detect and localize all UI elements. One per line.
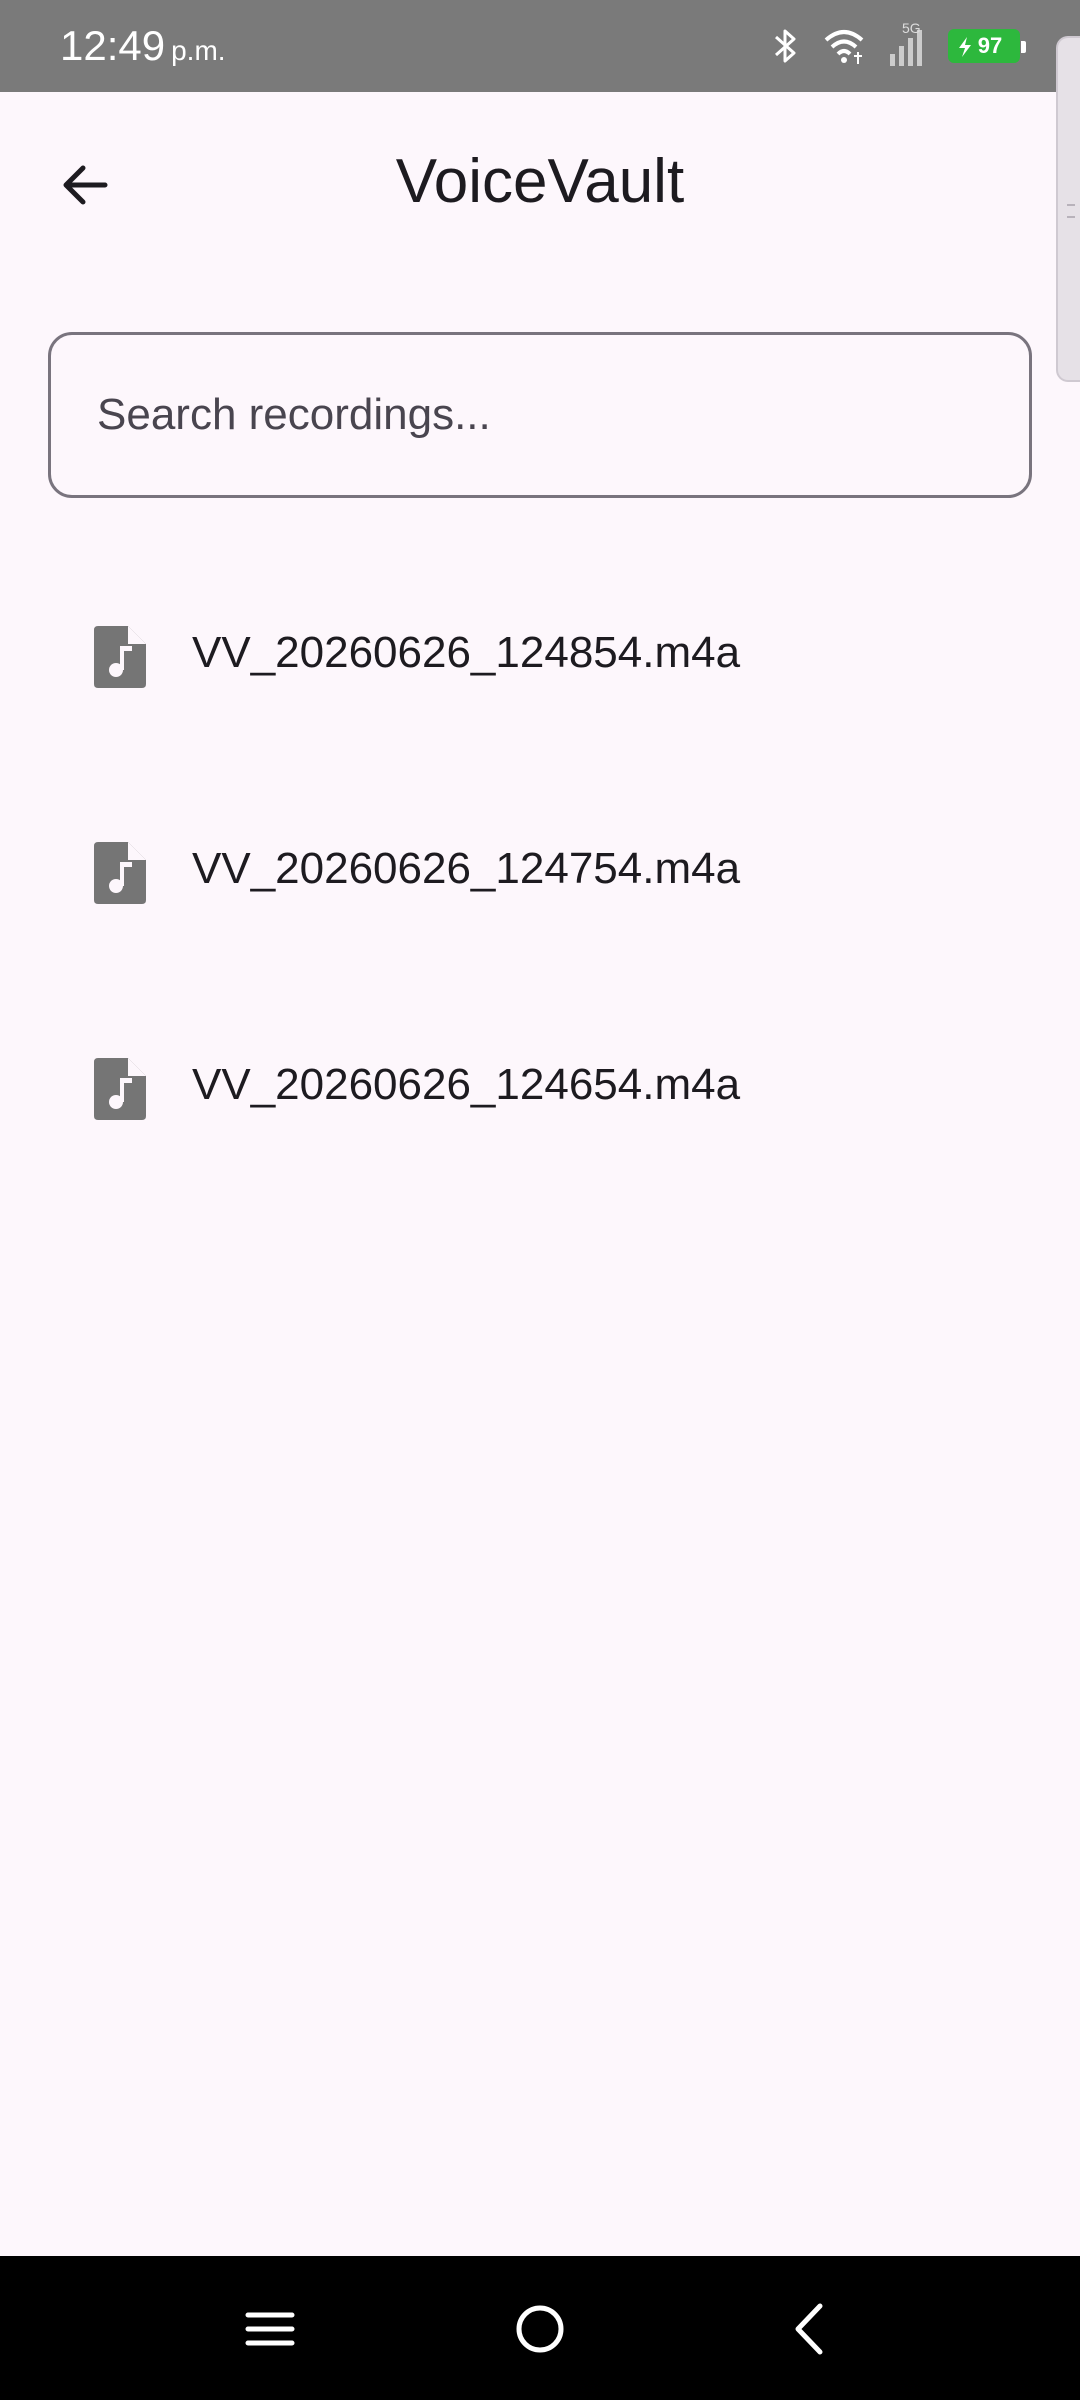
home-icon — [516, 2305, 564, 2353]
recording-name: VV_20260626_124654.m4a — [192, 1060, 741, 1109]
app-bar: VoiceVault — [0, 92, 1080, 280]
clock-time: 12:49 — [60, 22, 166, 69]
clock-ampm: p.m. — [171, 35, 226, 66]
wifi-icon — [822, 26, 866, 66]
system-back-button[interactable] — [760, 2284, 860, 2374]
menu-icon — [245, 2312, 295, 2346]
battery-level: 97 — [977, 33, 1003, 58]
bluetooth-icon — [770, 26, 800, 66]
scrollbar-thumb[interactable] — [1056, 36, 1080, 382]
navigation-bar — [0, 2256, 1080, 2400]
recording-name: VV_20260626_124854.m4a — [192, 628, 741, 677]
status-bar: 12:49 p.m. 5G 97 — [0, 0, 1080, 92]
search-input[interactable] — [51, 390, 1029, 440]
recordings-list: VV_20260626_124854.m4a VV_20260626_12475… — [0, 560, 1080, 1208]
status-icons: 5G 97 — [770, 20, 1026, 70]
search-field[interactable] — [48, 332, 1032, 498]
bolt-icon — [959, 37, 971, 57]
network-type-label: 5G — [902, 20, 921, 36]
cellular-signal-icon: 5G — [888, 20, 926, 68]
screen: 12:49 p.m. 5G 97 VoiceVault Search recor… — [0, 0, 1080, 2400]
status-time: 12:49 p.m. — [60, 22, 226, 70]
audio-file-icon — [94, 626, 146, 688]
recent-apps-button[interactable] — [220, 2284, 320, 2374]
list-item[interactable]: VV_20260626_124854.m4a — [0, 560, 1080, 776]
page-title: VoiceVault — [395, 147, 685, 216]
list-item[interactable]: VV_20260626_124654.m4a — [0, 992, 1080, 1208]
audio-file-icon — [94, 1058, 146, 1120]
recording-name: VV_20260626_124754.m4a — [192, 844, 741, 893]
grip-icon — [1067, 204, 1075, 218]
battery-charging-icon: 97 — [948, 29, 1026, 63]
back-icon — [795, 2303, 823, 2355]
audio-file-icon — [94, 842, 146, 904]
home-button[interactable] — [490, 2284, 590, 2374]
list-item[interactable]: VV_20260626_124754.m4a — [0, 776, 1080, 992]
